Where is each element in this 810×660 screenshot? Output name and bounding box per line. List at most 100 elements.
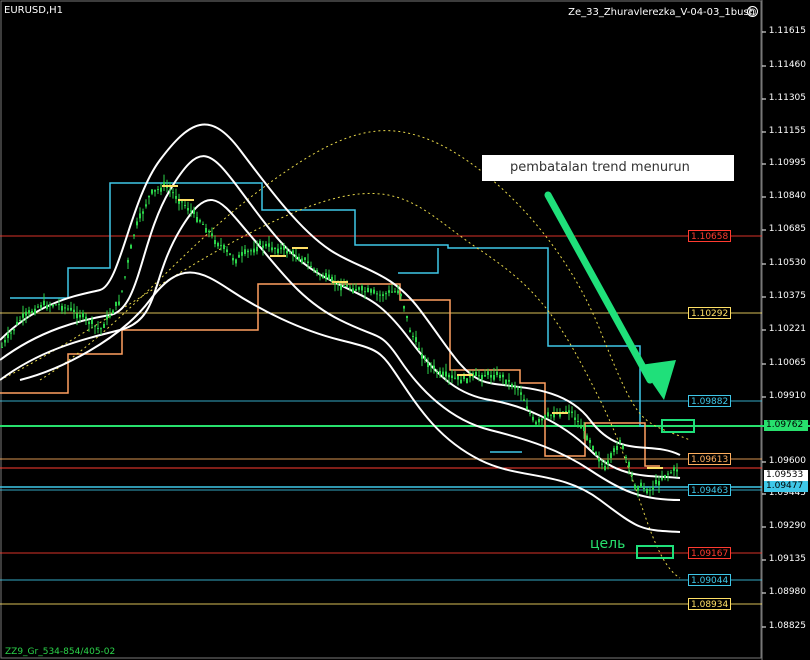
candle-body bbox=[433, 365, 435, 369]
candle-body bbox=[664, 475, 666, 478]
candle-body bbox=[325, 273, 327, 278]
candle-body bbox=[31, 311, 33, 313]
arrow-shaft bbox=[544, 191, 654, 384]
candle-body bbox=[553, 414, 555, 418]
price-tick: 1.09600 bbox=[768, 456, 806, 466]
candle-body bbox=[121, 290, 123, 292]
candle-body bbox=[55, 304, 57, 306]
candle-body bbox=[190, 210, 192, 212]
trend-cancel-note: pembatalan trend menurun bbox=[482, 155, 734, 181]
candle-body bbox=[421, 354, 423, 359]
cyan-step-line bbox=[10, 182, 645, 427]
candle-body bbox=[4, 339, 6, 343]
candle-body bbox=[61, 306, 63, 311]
candle-body bbox=[367, 287, 369, 292]
candle-body bbox=[241, 252, 243, 256]
level-tag: 1.09463 bbox=[688, 484, 732, 496]
candle-body bbox=[145, 204, 147, 207]
candle-body bbox=[301, 258, 303, 263]
smiley-icon[interactable]: ☺ bbox=[747, 6, 758, 17]
candle-body bbox=[169, 189, 171, 191]
price-chart[interactable] bbox=[0, 0, 810, 660]
candle-body bbox=[133, 234, 135, 236]
candle-body bbox=[283, 246, 285, 250]
candle-body bbox=[172, 192, 174, 194]
candle-body bbox=[439, 370, 441, 375]
candle-body bbox=[466, 378, 468, 384]
candle-body bbox=[85, 316, 87, 320]
candle-body bbox=[382, 294, 384, 296]
candle-body bbox=[445, 371, 447, 377]
chart-frame bbox=[0, 0, 762, 659]
candle-body bbox=[610, 453, 612, 458]
candle-body bbox=[310, 266, 312, 268]
candle-body bbox=[457, 375, 459, 380]
candle-body bbox=[640, 482, 642, 487]
candle-body bbox=[289, 252, 291, 254]
candle-body bbox=[250, 250, 252, 252]
candle-body bbox=[667, 473, 669, 475]
price-tick: 1.09290 bbox=[768, 521, 806, 531]
candle-body bbox=[217, 243, 219, 247]
candle-body bbox=[478, 375, 480, 377]
candle-body bbox=[199, 220, 201, 222]
candle-body bbox=[520, 392, 522, 395]
candle-body bbox=[346, 284, 348, 287]
candle-body bbox=[403, 306, 405, 309]
candle-body bbox=[238, 254, 240, 258]
price-tick: 1.10221 bbox=[768, 324, 806, 334]
candle-body bbox=[28, 310, 30, 314]
candle-body bbox=[574, 417, 576, 421]
candle-body bbox=[487, 371, 489, 375]
candle-body bbox=[319, 275, 321, 276]
candle-body bbox=[637, 486, 639, 491]
cyan-step-segment bbox=[398, 248, 439, 274]
candle-body bbox=[49, 305, 51, 307]
candle-body bbox=[40, 305, 42, 308]
candle-body bbox=[265, 243, 267, 247]
candle-body bbox=[370, 289, 372, 293]
candle-body bbox=[448, 374, 450, 378]
candle-body bbox=[256, 246, 258, 252]
level-tag: 1.08934 bbox=[688, 598, 732, 610]
candle-body bbox=[547, 412, 549, 417]
candle-body bbox=[214, 240, 216, 245]
candle-body bbox=[112, 310, 114, 314]
candle-body bbox=[526, 406, 528, 410]
price-tag-green: 1.09762 bbox=[764, 420, 808, 431]
candle-body bbox=[625, 456, 627, 458]
candle-body bbox=[673, 467, 675, 471]
candle-body bbox=[295, 255, 297, 259]
candle-body bbox=[208, 230, 210, 232]
candle-body bbox=[307, 261, 309, 263]
candle-body bbox=[349, 287, 351, 289]
price-tick: 1.08980 bbox=[768, 587, 806, 597]
candle-body bbox=[631, 474, 633, 476]
candle-body bbox=[259, 240, 261, 245]
candle-body bbox=[364, 291, 366, 293]
candle-body bbox=[634, 485, 636, 489]
candle-body bbox=[538, 419, 540, 423]
candle-body bbox=[277, 248, 279, 254]
candle-body bbox=[232, 258, 234, 261]
candle-body bbox=[37, 306, 39, 308]
price-tick: 1.10375 bbox=[768, 291, 806, 301]
candle-body bbox=[400, 294, 402, 297]
candle-body bbox=[499, 375, 501, 378]
candle-body bbox=[202, 224, 204, 225]
candle-body bbox=[292, 250, 294, 254]
candle-body bbox=[58, 304, 60, 306]
candle-body bbox=[229, 253, 231, 255]
candle-body bbox=[601, 463, 603, 465]
price-tick: 1.10065 bbox=[768, 358, 806, 368]
candle-body bbox=[427, 363, 429, 368]
level-tag: 1.09167 bbox=[688, 547, 732, 559]
candle-body bbox=[604, 465, 606, 470]
candle-body bbox=[196, 217, 198, 222]
candle-body bbox=[298, 257, 300, 261]
candle-body bbox=[511, 384, 513, 387]
candle-body bbox=[274, 248, 276, 249]
candle-body bbox=[211, 233, 213, 236]
candle-body bbox=[412, 335, 414, 337]
candle-body bbox=[532, 416, 534, 421]
